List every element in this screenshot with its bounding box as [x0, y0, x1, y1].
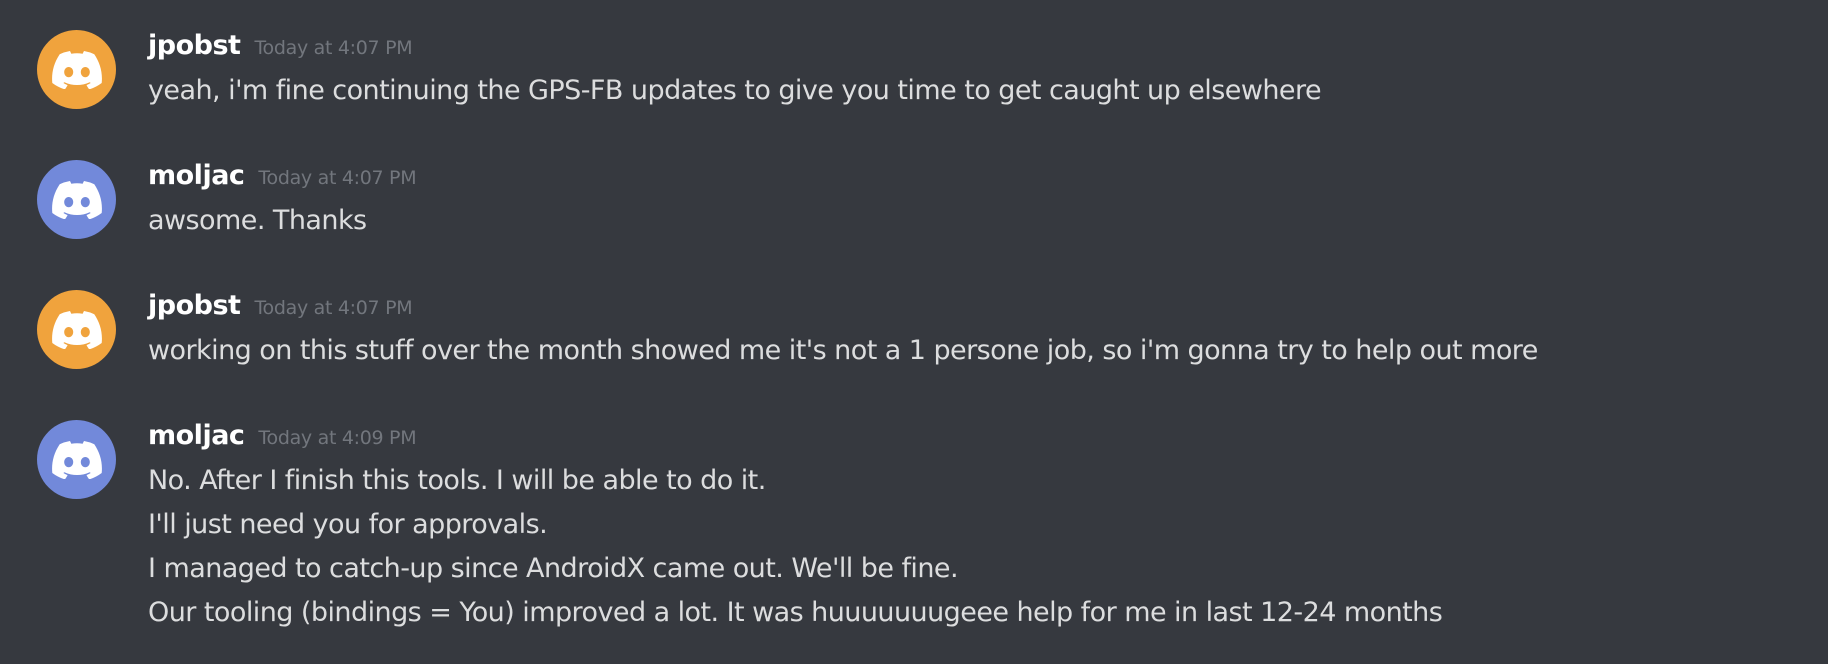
message-text: awsome. Thanks — [148, 205, 367, 236]
message-header: moljac Today at 4:07 PM — [148, 160, 417, 191]
username[interactable]: moljac — [148, 160, 245, 191]
message-text: No. After I finish this tools. I will be… — [148, 465, 766, 496]
timestamp[interactable]: Today at 4:07 PM — [258, 167, 416, 189]
avatar[interactable] — [37, 420, 116, 499]
discord-logo-icon — [51, 440, 102, 479]
username[interactable]: jpobst — [148, 30, 241, 61]
message-text: I'll just need you for approvals. — [148, 509, 548, 540]
avatar[interactable] — [37, 290, 116, 369]
timestamp[interactable]: Today at 4:07 PM — [254, 37, 412, 59]
timestamp[interactable]: Today at 4:09 PM — [258, 427, 416, 449]
message-header: jpobst Today at 4:07 PM — [148, 290, 413, 321]
message-text: yeah, i'm fine continuing the GPS-FB upd… — [148, 75, 1322, 106]
avatar[interactable] — [37, 160, 116, 239]
message-text: working on this stuff over the month sho… — [148, 335, 1538, 366]
avatar[interactable] — [37, 30, 116, 109]
timestamp[interactable]: Today at 4:07 PM — [254, 297, 412, 319]
discord-logo-icon — [51, 310, 102, 349]
message-text: Our tooling (bindings = You) improved a … — [148, 597, 1443, 628]
message-header: jpobst Today at 4:07 PM — [148, 30, 413, 61]
message-header: moljac Today at 4:09 PM — [148, 420, 417, 451]
username[interactable]: jpobst — [148, 290, 241, 321]
discord-logo-icon — [51, 50, 102, 89]
discord-logo-icon — [51, 180, 102, 219]
message-text: I managed to catch-up since AndroidX cam… — [148, 553, 959, 584]
username[interactable]: moljac — [148, 420, 245, 451]
message-list: jpobst Today at 4:07 PM yeah, i'm fine co… — [0, 0, 1828, 664]
